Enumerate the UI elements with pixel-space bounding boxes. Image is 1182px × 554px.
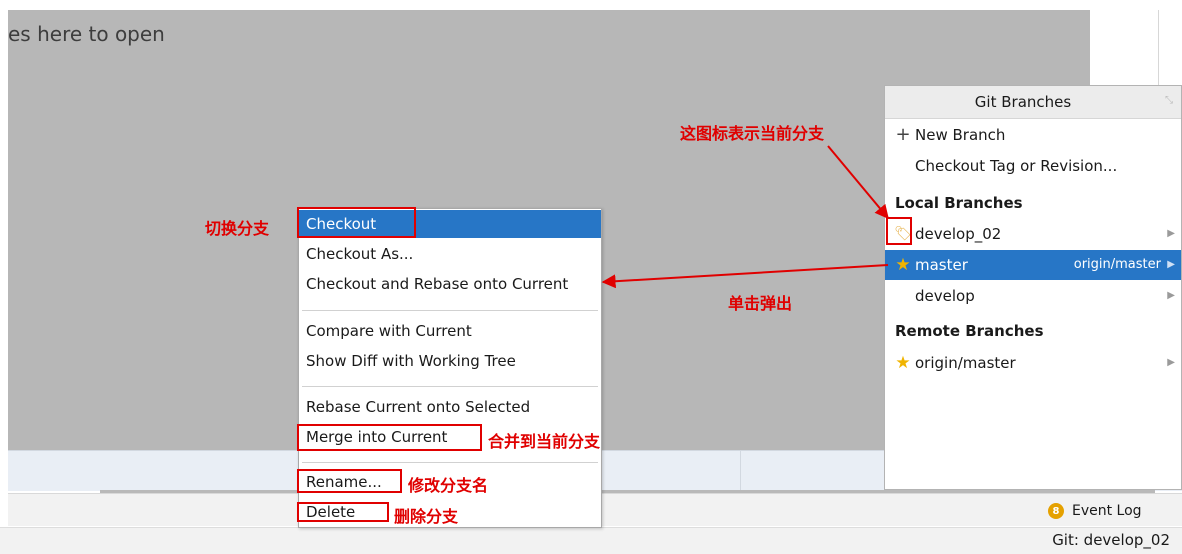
annotation-merge-current: 合并到当前分支 <box>488 432 601 451</box>
branch-name: develop <box>915 287 975 305</box>
branch-develop-02[interactable]: 🏷 develop_02 ▶ <box>885 219 1181 249</box>
star-icon: ★ <box>895 353 911 373</box>
highlight-checkout <box>297 207 416 238</box>
submenu-arrow-icon: ▶ <box>1167 357 1175 368</box>
menu-separator <box>302 462 598 463</box>
local-branches-header: Local Branches <box>885 188 1181 218</box>
local-branches-label: Local Branches <box>895 194 1023 212</box>
new-branch-action[interactable]: + New Branch <box>885 120 1181 150</box>
annotation-switch-branch: 切换分支 <box>205 219 270 238</box>
branch-name: origin/master <box>915 354 1016 372</box>
menu-item-checkout-as[interactable]: Checkout As... <box>299 240 601 268</box>
annotation-click-popup: 单击弹出 <box>728 294 793 313</box>
menu-item-show-diff[interactable]: Show Diff with Working Tree <box>299 347 601 375</box>
event-count-badge: 8 <box>1048 503 1064 519</box>
collapse-icon[interactable]: ⤡ <box>1165 95 1173 106</box>
popup-title: Git Branches <box>974 93 1072 111</box>
branch-name: master <box>915 256 968 274</box>
branch-name: develop_02 <box>915 225 1002 243</box>
tracking-branch: origin/master <box>1073 257 1161 272</box>
checkout-tag-action[interactable]: Checkout Tag or Revision... <box>885 151 1181 181</box>
menu-separator <box>302 310 598 311</box>
new-branch-label: New Branch <box>915 126 1006 144</box>
highlight-rename <box>297 469 402 493</box>
remote-branches-header: Remote Branches <box>885 316 1181 346</box>
checkout-tag-label: Checkout Tag or Revision... <box>915 157 1118 175</box>
menu-item-rebase-current[interactable]: Rebase Current onto Selected <box>299 393 601 421</box>
lower-panel-divider <box>740 450 741 490</box>
annotation-rename-branch: 修改分支名 <box>408 476 489 495</box>
plus-icon: + <box>895 124 911 145</box>
editor-hint: es here to open <box>8 22 165 46</box>
menu-item-checkout-rebase[interactable]: Checkout and Rebase onto Current <box>299 270 601 298</box>
star-icon: ★ <box>895 255 911 275</box>
submenu-arrow-icon: ▶ <box>1167 290 1175 301</box>
git-branch-status[interactable]: Git: develop_02 <box>1052 531 1170 549</box>
popup-header: Git Branches ⤡ <box>885 86 1181 119</box>
git-branches-popup: Git Branches ⤡ + New Branch Checkout Tag… <box>884 85 1182 490</box>
highlight-tag-icon <box>886 217 912 245</box>
annotation-current-branch-icon: 这图标表示当前分支 <box>680 124 825 143</box>
branch-origin-master[interactable]: ★ origin/master ▶ <box>885 348 1181 378</box>
remote-branches-label: Remote Branches <box>895 322 1044 340</box>
event-log-button[interactable]: 8 Event Log <box>1048 503 1142 519</box>
event-log-label: Event Log <box>1072 503 1142 519</box>
branch-master[interactable]: ★ master origin/master ▶ <box>885 250 1181 280</box>
highlight-delete <box>297 502 389 522</box>
menu-separator <box>302 386 598 387</box>
submenu-arrow-icon: ▶ <box>1167 259 1175 270</box>
status-bar <box>0 527 1182 554</box>
menu-item-compare[interactable]: Compare with Current <box>299 317 601 345</box>
highlight-merge <box>297 424 482 451</box>
submenu-arrow-icon: ▶ <box>1167 228 1175 239</box>
annotation-delete-branch: 删除分支 <box>394 507 459 526</box>
branch-develop[interactable]: develop ▶ <box>885 281 1181 311</box>
